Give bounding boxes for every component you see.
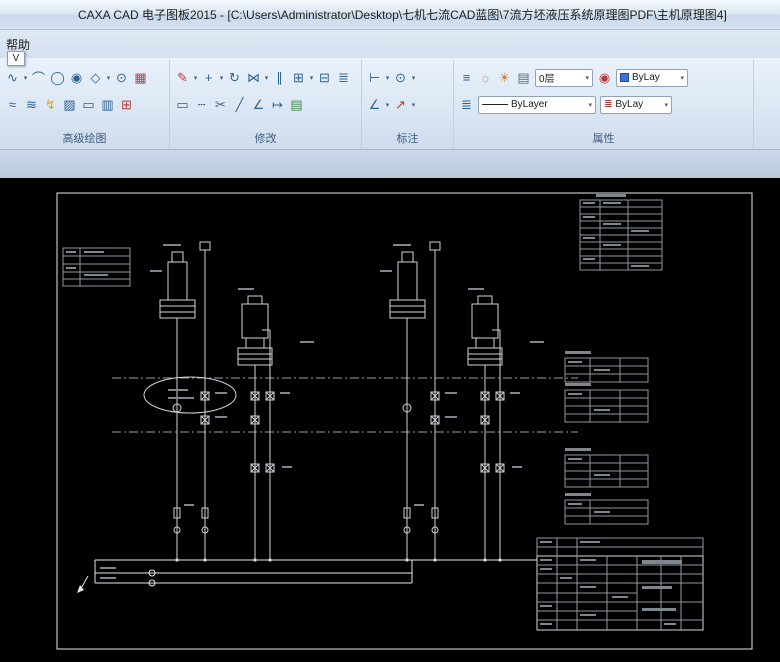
title-bar[interactable]: CAXA CAD 电子图板2015 - [C:\Users\Administra… [0, 0, 780, 30]
wave-icon[interactable]: ≈ [3, 95, 22, 115]
chevron-down-icon: ▾ [588, 101, 592, 109]
group-label-dimension: 标注 [362, 130, 453, 146]
brightness-icon[interactable]: ☀ [495, 68, 514, 88]
color-swatch [620, 73, 629, 82]
chevron-down-icon[interactable]: ▾ [384, 74, 391, 82]
ellipse-icon[interactable]: ◉ [67, 68, 86, 88]
chevron-down-icon: ▾ [585, 74, 589, 82]
sketch-icon[interactable]: ✎ [173, 68, 192, 88]
bulb-icon[interactable]: ☼ [476, 68, 495, 88]
legend-table-topleft [63, 248, 130, 286]
chevron-down-icon[interactable]: ▾ [218, 74, 225, 82]
layer-select-value: 0层 [539, 70, 555, 85]
linetype-select[interactable]: ByLayer ▾ [478, 96, 596, 114]
linear-dim-icon[interactable]: ⊢ [365, 68, 384, 88]
centerlines [112, 378, 578, 432]
revision-cloud [144, 377, 236, 413]
ribbon-group-modify: ✎▾ +▾ ↻ ⋈▾ ∥ ⊞▾ ⊟ ≣ ▭ ┄ ✂ ╱ ∠ ↦ ▤ [170, 60, 362, 149]
group-label-modify: 修改 [170, 130, 361, 146]
ribbon: ∿▾ ⌒ ◯ ◉ ◇▾ ⊙ ▦ ≈ ≋ ↯ ▨ ▭ ▥ ⊞ [0, 58, 780, 150]
offset-icon[interactable]: ∥ [270, 68, 289, 88]
polygon-icon[interactable]: ◇ [86, 68, 105, 88]
color-select[interactable]: ByLay ▾ [616, 69, 688, 87]
mirror-icon[interactable]: ⋈ [244, 68, 263, 88]
chevron-down-icon: ▾ [680, 74, 684, 82]
component-labels [150, 270, 544, 343]
lineweight-sample: ≣ [604, 99, 612, 110]
chevron-down-icon[interactable]: ▾ [105, 74, 112, 82]
cad-drawing[interactable] [0, 178, 780, 662]
table-icon[interactable]: ▦ [131, 68, 150, 88]
menu-bar [0, 30, 780, 58]
app-window: CAXA CAD 电子图板2015 - [C:\Users\Administra… [0, 0, 780, 662]
ribbon-group-properties: ≡ ☼ ☀ ▤ 0层 ▾ ◉ ByLay ▾ ≣ [454, 60, 754, 149]
spec-tables-right [565, 351, 648, 524]
chevron-down-icon[interactable]: ▾ [384, 101, 391, 109]
ribbon-group-advanced-draw: ∿▾ ⌒ ◯ ◉ ◇▾ ⊙ ▦ ≈ ≋ ↯ ▨ ▭ ▥ ⊞ [0, 60, 170, 149]
chamfer-icon[interactable]: ∠ [249, 95, 268, 115]
linetype-select-value: ByLayer [511, 99, 548, 110]
lineweight-icon[interactable]: ≣ [457, 95, 476, 115]
chevron-down-icon[interactable]: ▾ [263, 74, 270, 82]
layers-icon[interactable]: ≡ [457, 68, 476, 88]
frame-icon[interactable]: ▭ [173, 95, 192, 115]
arc-icon[interactable]: ⌒ [29, 68, 48, 88]
angle-dim-icon[interactable]: ∠ [365, 95, 384, 115]
circle-icon[interactable]: ◯ [48, 68, 67, 88]
v-dropdown[interactable]: V [7, 51, 25, 66]
chart-icon[interactable]: ▥ [98, 95, 117, 115]
center-circle-icon[interactable]: ⊙ [112, 68, 131, 88]
linetype-sample [482, 104, 508, 105]
palette-icon[interactable]: ◉ [595, 68, 614, 88]
chevron-down-icon[interactable]: ▾ [308, 74, 315, 82]
printer-icon[interactable]: ▤ [514, 68, 533, 88]
spline-icon[interactable]: ∿ [3, 68, 22, 88]
ribbon-lower-band [0, 150, 780, 178]
lineweight-select-value: ByLay [615, 99, 643, 110]
trim-icon[interactable]: ✂ [211, 95, 230, 115]
array-icon[interactable]: ⊞ [289, 68, 308, 88]
layer-select[interactable]: 0层 ▾ [535, 69, 593, 87]
chevron-down-icon[interactable]: ▾ [192, 74, 199, 82]
chevron-down-icon[interactable]: ▾ [410, 74, 417, 82]
group-label-properties: 属性 [454, 130, 753, 146]
dashdot-icon[interactable]: ┄ [192, 95, 211, 115]
data-table-topright [580, 194, 662, 270]
manifold-piping [77, 560, 537, 593]
title-block [537, 538, 703, 630]
drawing-canvas[interactable] [0, 178, 780, 662]
matrix-icon[interactable]: ⊟ [315, 68, 334, 88]
stairs-icon[interactable]: ≣ [334, 68, 353, 88]
lightning-icon[interactable]: ↯ [41, 95, 60, 115]
color-select-value: ByLay [632, 72, 660, 83]
chevron-down-icon[interactable]: ▾ [22, 74, 29, 82]
lineweight-select[interactable]: ≣ ByLay ▾ [600, 96, 672, 114]
hatch-icon[interactable]: ▨ [60, 95, 79, 115]
window-title: CAXA CAD 电子图板2015 - [C:\Users\Administra… [78, 0, 727, 30]
chevron-down-icon[interactable]: ▾ [410, 101, 417, 109]
radial-dim-icon[interactable]: ⊙ [391, 68, 410, 88]
group-label-advanced-draw: 高级绘图 [0, 130, 169, 146]
rotate-icon[interactable]: ↻ [225, 68, 244, 88]
block-icon[interactable]: ▭ [79, 95, 98, 115]
grid-plus-icon[interactable]: ⊞ [117, 95, 136, 115]
ribbon-group-dimension: ⊢▾ ⊙▾ ∠▾ ↗▾ 标注 [362, 60, 454, 149]
multiline-icon[interactable]: ≋ [22, 95, 41, 115]
library-icon[interactable]: ▤ [287, 95, 306, 115]
chevron-down-icon: ▾ [664, 101, 668, 109]
extend-icon[interactable]: ↦ [268, 95, 287, 115]
move-icon[interactable]: + [199, 68, 218, 88]
break-icon[interactable]: ╱ [230, 95, 249, 115]
leader-icon[interactable]: ↗ [391, 95, 410, 115]
